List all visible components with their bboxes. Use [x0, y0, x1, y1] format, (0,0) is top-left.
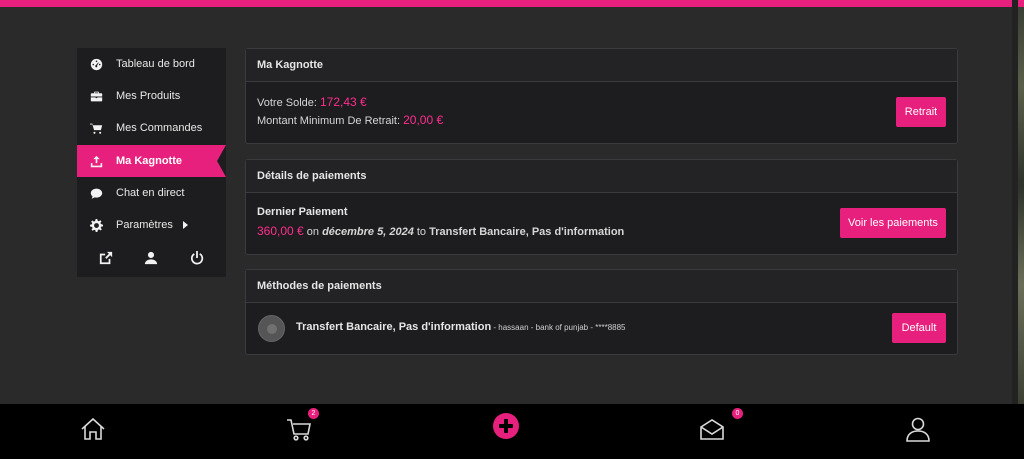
- sidebar-item-wallet[interactable]: Ma Kagnotte: [77, 145, 226, 177]
- upload-icon: [89, 154, 103, 168]
- sidebar-item-label: Mes Commandes: [116, 122, 203, 134]
- wallet-card: Ma Kagnotte Votre Solde: 172,43 € Montan…: [245, 48, 958, 144]
- caret-right-icon: [182, 221, 188, 229]
- sidebar-item-label: Paramètres: [116, 219, 173, 231]
- chat-icon: [89, 186, 103, 200]
- min-withdraw-line: Montant Minimum De Retrait: 20,00 €: [257, 113, 443, 127]
- payment-method-name: Transfert Bancaire, Pas d'information: [296, 321, 492, 333]
- withdraw-button[interactable]: Retrait: [896, 97, 946, 127]
- view-payments-button[interactable]: Voir les paiements: [840, 208, 946, 238]
- last-payment-line: 360,00 € on décembre 5, 2024 to Transfer…: [257, 224, 624, 238]
- gear-icon: [89, 218, 103, 232]
- sidebar-item-chat[interactable]: Chat en direct: [77, 177, 226, 209]
- last-payment-label: Dernier Paiement: [257, 206, 348, 218]
- dashboard-icon: [89, 57, 103, 71]
- sidebar-item-label: Ma Kagnotte: [116, 155, 182, 167]
- bank-logo-avatar: [258, 315, 285, 342]
- default-method-button[interactable]: Default: [892, 313, 946, 343]
- cart-nav-icon[interactable]: [284, 414, 314, 444]
- briefcase-icon: [89, 89, 103, 103]
- inbox-count-badge: 0: [732, 408, 743, 419]
- external-link-icon[interactable]: [98, 250, 114, 266]
- account-sidebar: Tableau de bord Mes Produits Mes Command…: [77, 48, 226, 277]
- to-text: to: [413, 226, 430, 238]
- sidebar-item-products[interactable]: Mes Produits: [77, 80, 226, 112]
- payment-method-line: Transfert Bancaire, Pas d'information - …: [296, 321, 625, 333]
- cart-count-badge: 2: [308, 408, 319, 419]
- balance-label: Votre Solde:: [257, 97, 320, 109]
- min-withdraw-label: Montant Minimum De Retrait:: [257, 115, 404, 127]
- sidebar-item-dashboard[interactable]: Tableau de bord: [77, 48, 226, 80]
- sidebar-item-orders[interactable]: Mes Commandes: [77, 112, 226, 144]
- add-product-button[interactable]: [493, 413, 519, 439]
- last-payment-date: décembre 5, 2024: [322, 226, 414, 238]
- top-accent-bar: [0, 0, 1024, 7]
- sidebar-item-label: Chat en direct: [116, 187, 185, 199]
- home-icon[interactable]: [78, 414, 108, 444]
- sidebar-item-settings[interactable]: Paramètres: [77, 209, 226, 241]
- background-strip: [1018, 7, 1024, 404]
- profile-icon[interactable]: [903, 414, 933, 444]
- sidebar-item-label: Mes Produits: [116, 90, 181, 102]
- payment-method-details: - hassaan - bank of punjab - ****8885: [491, 323, 626, 332]
- balance-value: 172,43 €: [320, 95, 367, 109]
- on-text: on: [303, 226, 323, 238]
- sidebar-actions: [77, 244, 226, 272]
- card-title: Méthodes de paiements: [246, 270, 957, 303]
- bank-icon: [266, 323, 277, 334]
- user-icon[interactable]: [143, 250, 159, 266]
- card-title: Ma Kagnotte: [246, 49, 957, 82]
- inbox-icon[interactable]: [697, 414, 727, 444]
- last-payment-amount: 360,00 €: [257, 224, 304, 238]
- balance-line: Votre Solde: 172,43 €: [257, 95, 367, 109]
- card-title: Détails de paiements: [246, 160, 957, 193]
- payment-details-card: Détails de paiements Dernier Paiement 36…: [245, 159, 958, 255]
- min-withdraw-value: 20,00 €: [403, 113, 444, 127]
- last-payment-method: Transfert Bancaire, Pas d'information: [429, 226, 625, 238]
- sidebar-item-label: Tableau de bord: [116, 58, 195, 70]
- payment-methods-card: Méthodes de paiements Transfert Bancaire…: [245, 269, 958, 355]
- power-icon[interactable]: [189, 250, 205, 266]
- cart-icon: [89, 121, 103, 135]
